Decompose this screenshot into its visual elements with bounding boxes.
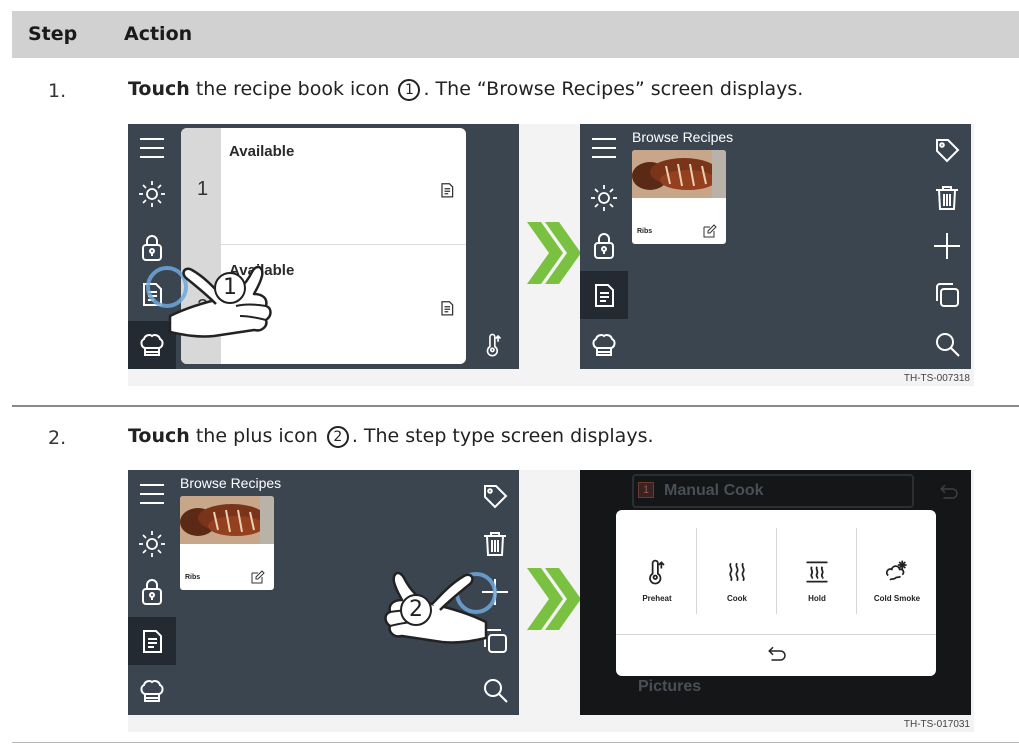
option-divider <box>856 528 857 614</box>
step-figure: 1 Available 2 Available 1 Browse Recipes <box>128 124 974 386</box>
screen-title: Browse Recipes <box>180 475 282 491</box>
chef-hat-icon[interactable] <box>136 675 168 707</box>
row-divider <box>12 405 1019 407</box>
recipe-photo <box>180 496 274 544</box>
step-option-label: Cook <box>727 594 747 603</box>
step-instruction: Touch the recipe book icon 1. The “Brows… <box>128 78 803 101</box>
callout-marker: 1 <box>214 272 246 304</box>
slot-divider <box>221 244 466 245</box>
step-instruction: Touch the plus icon 2. The step type scr… <box>128 425 654 448</box>
lock-icon[interactable] <box>136 232 168 264</box>
slot-recipe-icon[interactable] <box>437 298 457 318</box>
hand-pointer-icon <box>380 554 490 644</box>
step-text-before: the recipe book icon <box>189 78 396 100</box>
recipe-card[interactable]: Ribs <box>632 150 726 244</box>
step-text-before: the plus icon <box>189 425 324 447</box>
step-option-label: Hold <box>808 594 826 603</box>
search-icon[interactable] <box>931 328 963 360</box>
step-number: 1. <box>48 80 67 102</box>
preheat-icon <box>643 558 671 586</box>
edit-icon[interactable] <box>250 569 266 585</box>
chef-hat-icon[interactable] <box>136 329 168 361</box>
recipe-name: Ribs <box>637 228 653 235</box>
light-icon[interactable] <box>136 528 168 560</box>
step-marker: 2 <box>326 426 349 448</box>
step-option-label: Cold Smoke <box>873 594 921 603</box>
step-text-after: . The “Browse Recipes” screen displays. <box>423 78 804 100</box>
recipe-card[interactable]: Ribs <box>180 496 274 590</box>
dialog-divider <box>616 634 936 635</box>
back-icon <box>936 480 960 504</box>
search-icon[interactable] <box>479 674 511 706</box>
menu-icon[interactable] <box>136 132 168 164</box>
column-header-step: Step <box>28 23 78 45</box>
background-step-badge: 1 <box>638 482 654 498</box>
callout-marker: 2 <box>400 594 432 626</box>
right-toolbar <box>923 124 971 369</box>
figure-id: TH-TS-017031 <box>903 719 970 730</box>
recipe-book-icon[interactable] <box>588 279 620 311</box>
lock-icon[interactable] <box>136 576 168 608</box>
hold-icon <box>803 558 831 586</box>
step-verb: Touch <box>128 425 190 447</box>
oven-screen-browse-recipes: Browse Recipes Ribs <box>580 124 971 369</box>
left-sidebar <box>128 470 176 715</box>
chef-hat-icon[interactable] <box>588 329 620 361</box>
oven-screen-slots: 1 Available 2 Available 1 <box>128 124 519 369</box>
step-text-after: . The step type screen displays. <box>351 425 654 447</box>
step-option-cook[interactable]: Cook <box>698 528 776 610</box>
light-icon[interactable] <box>136 178 168 210</box>
option-divider <box>776 528 777 614</box>
light-icon[interactable] <box>588 182 620 214</box>
tag-icon[interactable] <box>479 480 511 512</box>
slot-number: 1 <box>197 178 209 200</box>
probe-icon[interactable] <box>481 332 507 358</box>
column-header-action: Action <box>124 23 193 45</box>
figure-id: TH-TS-007318 <box>903 373 970 384</box>
left-sidebar <box>580 124 628 369</box>
chevron-double-icon <box>525 222 581 284</box>
screen-title: Browse Recipes <box>632 129 734 145</box>
step-figure: Browse Recipes Ribs 2 1 Manual Cook Pict… <box>128 470 974 732</box>
step-number: 2. <box>48 427 67 449</box>
back-arrow-icon[interactable] <box>764 642 788 666</box>
chevron-double-icon <box>525 568 581 630</box>
oven-screen-step-type: 1 Manual Cook Pictures Preheat Cook Hold… <box>580 470 971 715</box>
trash-icon[interactable] <box>931 182 963 214</box>
step-option-preheat[interactable]: Preheat <box>618 528 696 610</box>
edit-icon[interactable] <box>702 223 718 239</box>
menu-icon[interactable] <box>136 478 168 510</box>
cold-smoke-icon <box>883 558 911 586</box>
lock-icon[interactable] <box>588 230 620 262</box>
table-bottom-border <box>12 742 1019 743</box>
step-type-dialog: Preheat Cook Hold Cold Smoke <box>616 510 936 676</box>
table-header: Step Action <box>12 11 1019 58</box>
oven-screen-browse-recipes: Browse Recipes Ribs 2 <box>128 470 519 715</box>
slot-recipe-icon[interactable] <box>437 180 457 200</box>
plus-icon[interactable] <box>931 230 963 262</box>
recipe-book-icon[interactable] <box>136 625 168 657</box>
tag-icon[interactable] <box>931 134 963 166</box>
step-verb: Touch <box>128 78 190 100</box>
step-option-hold[interactable]: Hold <box>778 528 856 610</box>
cook-icon <box>723 558 751 586</box>
background-pictures-label: Pictures <box>638 678 702 695</box>
option-divider <box>696 528 697 614</box>
background-step-title: Manual Cook <box>664 482 764 499</box>
recipe-photo <box>632 150 726 198</box>
step-option-label: Preheat <box>642 594 672 603</box>
copy-icon[interactable] <box>931 279 963 311</box>
step-marker: 1 <box>398 79 421 101</box>
menu-icon[interactable] <box>588 132 620 164</box>
slot-title[interactable]: Available <box>229 143 294 160</box>
recipe-name: Ribs <box>185 574 201 581</box>
step-option-cold-smoke[interactable]: Cold Smoke <box>858 528 936 610</box>
